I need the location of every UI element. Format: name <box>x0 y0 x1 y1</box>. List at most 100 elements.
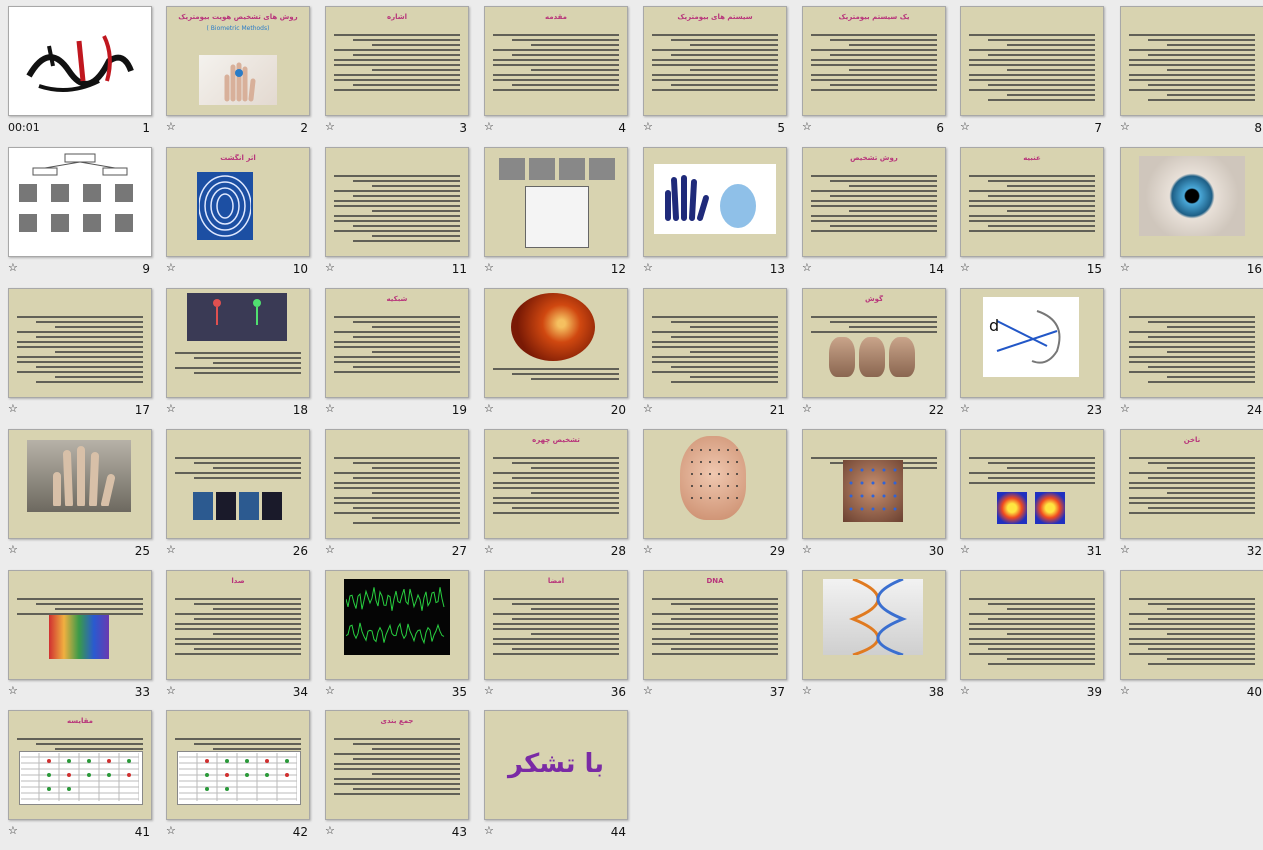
slide-animation-star-icon[interactable]: ☆ <box>643 543 653 556</box>
slide-thumbnail[interactable]: جمع بندی ☆ 43 <box>322 707 482 848</box>
slide-thumbnail[interactable]: DNA ☆ 37 <box>640 567 800 708</box>
slide-animation-star-icon[interactable]: ☆ <box>325 261 335 274</box>
slide-preview[interactable]: گوش <box>802 288 946 398</box>
slide-thumbnail[interactable]: ناخن ☆ 32 <box>1117 426 1263 567</box>
slide-preview[interactable]: شبکیه <box>325 288 469 398</box>
slide-animation-star-icon[interactable]: ☆ <box>166 684 176 697</box>
slide-animation-star-icon[interactable]: ☆ <box>802 402 812 415</box>
slide-preview[interactable]: روش تشخیص <box>802 147 946 257</box>
slide-thumbnail[interactable]: ☆ 29 <box>640 426 800 567</box>
slide-preview[interactable] <box>1120 147 1263 257</box>
slide-thumbnail[interactable]: صدا ☆ 34 <box>163 567 323 708</box>
slide-animation-star-icon[interactable]: ☆ <box>8 824 18 837</box>
slide-preview[interactable]: امضا <box>484 570 628 680</box>
slide-preview[interactable] <box>960 429 1104 539</box>
slide-animation-star-icon[interactable]: ☆ <box>8 261 18 274</box>
slide-thumbnail[interactable]: ☆ 35 <box>322 567 482 708</box>
slide-thumbnail[interactable]: ☆ 24 <box>1117 285 1263 426</box>
slide-thumbnail[interactable]: اشاره ☆ 3 <box>322 3 482 144</box>
slide-thumbnail[interactable]: ☆ 20 <box>481 285 641 426</box>
slide-thumbnail[interactable]: ☆ 8 <box>1117 3 1263 144</box>
slide-animation-star-icon[interactable]: ☆ <box>325 120 335 133</box>
slide-thumbnail[interactable]: ☆ 12 <box>481 144 641 285</box>
slide-animation-star-icon[interactable]: ☆ <box>325 402 335 415</box>
slide-animation-star-icon[interactable]: ☆ <box>1120 684 1130 697</box>
slide-animation-star-icon[interactable]: ☆ <box>802 684 812 697</box>
slide-preview[interactable] <box>960 570 1104 680</box>
slide-thumbnail[interactable]: یک سیستم بیومتریک ☆ 6 <box>799 3 959 144</box>
slide-thumbnail[interactable]: ☆ 11 <box>322 144 482 285</box>
slide-thumbnail[interactable]: ☆ 16 <box>1117 144 1263 285</box>
slide-animation-star-icon[interactable]: ☆ <box>484 261 494 274</box>
slide-preview[interactable] <box>1120 6 1263 116</box>
slide-preview[interactable] <box>325 570 469 680</box>
slide-preview[interactable]: جمع بندی <box>325 710 469 820</box>
slide-thumbnail[interactable]: گوش ☆ 22 <box>799 285 959 426</box>
slide-preview[interactable]: مقایسه <box>8 710 152 820</box>
slide-animation-star-icon[interactable]: ☆ <box>166 402 176 415</box>
slide-animation-star-icon[interactable]: ☆ <box>325 824 335 837</box>
slide-thumbnail[interactable]: ☆ 13 <box>640 144 800 285</box>
slide-preview[interactable] <box>8 288 152 398</box>
slide-preview[interactable]: با تشکر <box>484 710 628 820</box>
slide-animation-star-icon[interactable]: ☆ <box>643 402 653 415</box>
slide-preview[interactable] <box>802 429 946 539</box>
slide-preview[interactable] <box>960 6 1104 116</box>
slide-preview[interactable]: d <box>960 288 1104 398</box>
slide-preview[interactable] <box>802 570 946 680</box>
slide-animation-star-icon[interactable]: ☆ <box>325 543 335 556</box>
slide-thumbnail[interactable]: مقدمه ☆ 4 <box>481 3 641 144</box>
slide-thumbnail[interactable]: اثر انگشت ☆ 10 <box>163 144 323 285</box>
slide-animation-star-icon[interactable]: ☆ <box>960 402 970 415</box>
slide-thumbnail[interactable]: d ☆ 23 <box>957 285 1117 426</box>
slide-animation-star-icon[interactable]: ☆ <box>484 824 494 837</box>
slide-preview[interactable] <box>1120 288 1263 398</box>
slide-thumbnail[interactable]: ☆ 21 <box>640 285 800 426</box>
slide-preview[interactable]: ناخن <box>1120 429 1263 539</box>
slide-preview[interactable] <box>484 288 628 398</box>
slide-thumbnail[interactable]: ☆ 33 <box>5 567 165 708</box>
slide-thumbnail[interactable]: با تشکر ☆ 44 <box>481 707 641 848</box>
slide-preview[interactable]: مقدمه <box>484 6 628 116</box>
slide-preview[interactable] <box>643 147 787 257</box>
slide-animation-star-icon[interactable]: ☆ <box>484 684 494 697</box>
slide-animation-star-icon[interactable]: ☆ <box>8 402 18 415</box>
slide-animation-star-icon[interactable]: ☆ <box>802 120 812 133</box>
slide-preview[interactable]: سیستم های بیومتریک <box>643 6 787 116</box>
slide-preview[interactable] <box>8 429 152 539</box>
slide-animation-star-icon[interactable]: ☆ <box>325 684 335 697</box>
slide-thumbnail[interactable]: ☆ 27 <box>322 426 482 567</box>
slide-thumbnail[interactable]: سیستم های بیومتریک ☆ 5 <box>640 3 800 144</box>
slide-thumbnail[interactable]: عنبیه ☆ 15 <box>957 144 1117 285</box>
slide-animation-star-icon[interactable]: ☆ <box>8 543 18 556</box>
slide-animation-star-icon[interactable]: ☆ <box>484 120 494 133</box>
slide-animation-star-icon[interactable]: ☆ <box>1120 120 1130 133</box>
slide-animation-star-icon[interactable]: ☆ <box>484 543 494 556</box>
slide-preview[interactable] <box>8 570 152 680</box>
slide-animation-star-icon[interactable]: ☆ <box>484 402 494 415</box>
slide-preview[interactable]: اثر انگشت <box>166 147 310 257</box>
slide-preview[interactable] <box>1120 570 1263 680</box>
slide-animation-star-icon[interactable]: ☆ <box>166 543 176 556</box>
slide-preview[interactable]: DNA <box>643 570 787 680</box>
slide-animation-star-icon[interactable]: ☆ <box>960 120 970 133</box>
slide-animation-star-icon[interactable]: ☆ <box>802 543 812 556</box>
slide-thumbnail[interactable]: امضا ☆ 36 <box>481 567 641 708</box>
slide-thumbnail[interactable]: شبکیه ☆ 19 <box>322 285 482 426</box>
slide-preview[interactable] <box>8 147 152 257</box>
slide-thumbnail[interactable]: تشخیص چهره ☆ 28 <box>481 426 641 567</box>
slide-thumbnail[interactable]: ☆ 30 <box>799 426 959 567</box>
slide-thumbnail[interactable]: ☆ 40 <box>1117 567 1263 708</box>
slide-animation-star-icon[interactable]: ☆ <box>960 684 970 697</box>
slide-thumbnail[interactable]: ☆ 17 <box>5 285 165 426</box>
slide-preview[interactable]: تشخیص چهره <box>484 429 628 539</box>
slide-animation-star-icon[interactable]: ☆ <box>166 120 176 133</box>
slide-thumbnail[interactable]: ☆ 9 <box>5 144 165 285</box>
slide-thumbnail[interactable]: روش های تشخیص هویت بیومتریک ( Biometric M… <box>163 3 323 144</box>
slide-thumbnail[interactable]: ☆ 42 <box>163 707 323 848</box>
slide-preview[interactable] <box>325 429 469 539</box>
slide-animation-star-icon[interactable]: ☆ <box>1120 402 1130 415</box>
slide-preview[interactable]: یک سیستم بیومتریک <box>802 6 946 116</box>
slide-preview[interactable] <box>643 288 787 398</box>
slide-animation-star-icon[interactable]: ☆ <box>1120 543 1130 556</box>
